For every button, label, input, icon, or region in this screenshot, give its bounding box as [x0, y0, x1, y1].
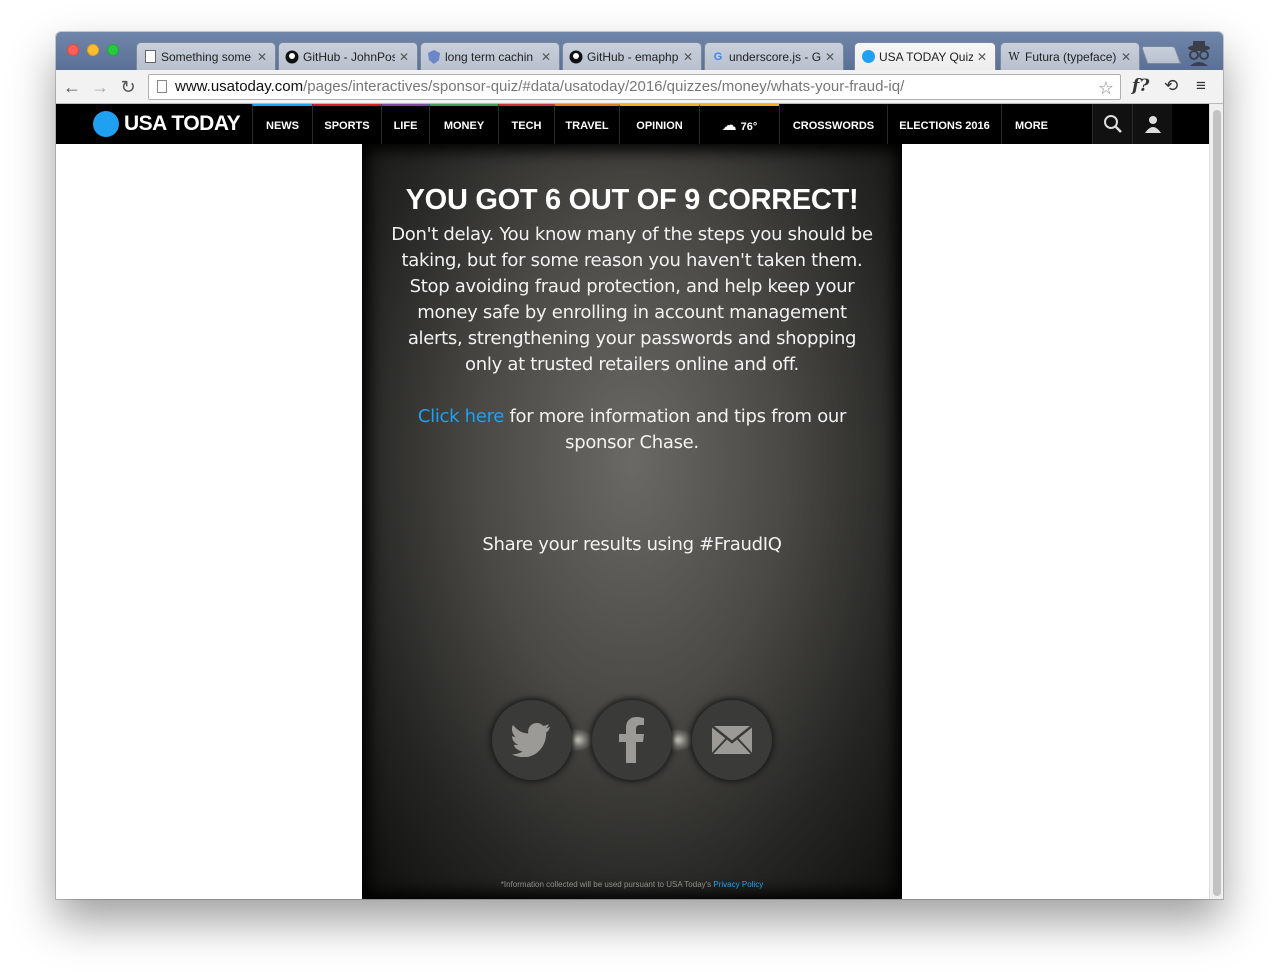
github-icon [285, 50, 299, 64]
search-icon[interactable] [1092, 104, 1132, 144]
nav-item-money[interactable]: MONEY [429, 104, 498, 144]
twitter-share-button[interactable] [492, 700, 572, 780]
tab-label: long term cachin [445, 49, 534, 64]
reload-icon[interactable]: ↻ [118, 77, 138, 97]
close-tab-icon[interactable]: ✕ [541, 50, 551, 64]
quiz-score-heading: YOU GOT 6 OUT OF 9 CORRECT! [405, 184, 859, 216]
nav-item-tech[interactable]: TECH [498, 104, 554, 144]
browser-tab[interactable]: GitHub - emaphp ✕ [562, 42, 702, 70]
user-account-icon[interactable] [1132, 104, 1172, 144]
close-tab-icon[interactable]: ✕ [399, 50, 409, 64]
browser-window: Something some ✕ GitHub - JohnPos ✕ long… [56, 32, 1223, 899]
nav-item-opinion[interactable]: OPINION [619, 104, 699, 144]
scrollbar-thumb[interactable] [1213, 110, 1221, 896]
weather-temp: 76° [740, 121, 758, 133]
tab-label: underscore.js - G [729, 49, 821, 64]
url-host: www.usatoday.com [175, 78, 304, 95]
address-bar[interactable]: www.usatoday.com/pages/interactives/spon… [148, 74, 1121, 100]
close-window-button[interactable] [67, 44, 79, 56]
nav-item-elections[interactable]: ELECTIONS 2016 [887, 104, 1001, 144]
page-info-icon[interactable] [157, 80, 167, 93]
forward-arrow-icon[interactable]: → [90, 77, 110, 97]
tab-label: Futura (typeface) [1025, 49, 1117, 64]
usatoday-logo[interactable]: USA TODAY [93, 104, 253, 144]
nav-item-travel[interactable]: TRAVEL [554, 104, 619, 144]
twitter-icon [512, 723, 551, 757]
browser-tab[interactable]: Something some ✕ [136, 42, 276, 70]
privacy-policy-link[interactable]: Privacy Policy [713, 880, 763, 889]
sponsor-info-rest: for more information and tips from our s… [509, 406, 847, 453]
browser-tab[interactable]: W Futura (typeface) ✕ [1000, 42, 1140, 70]
browser-tab-active[interactable]: USA TODAY Quiz ✕ [854, 42, 996, 70]
quiz-result-panel: YOU GOT 6 OUT OF 9 CORRECT! Don't delay.… [362, 144, 902, 899]
usatoday-icon [861, 50, 875, 64]
sponsor-info-link[interactable]: Click here [418, 406, 504, 427]
page-scrollbar[interactable] [1209, 104, 1223, 899]
close-tab-icon[interactable]: ✕ [257, 50, 267, 64]
page-icon [143, 50, 157, 64]
nav-item-life[interactable]: LIFE [381, 104, 429, 144]
nav-item-sports[interactable]: SPORTS [312, 104, 381, 144]
close-tab-icon[interactable]: ✕ [1121, 50, 1131, 64]
weather-icon: ☁ [721, 117, 737, 134]
close-tab-icon[interactable]: ✕ [683, 50, 693, 64]
tab-label: Something some [161, 49, 252, 64]
page-viewport: USA TODAY NEWS SPORTS LIFE MONEY TECH TR… [56, 104, 1209, 899]
tab-label: USA TODAY Quiz [879, 49, 973, 64]
tab-strip: Something some ✕ GitHub - JohnPos ✕ long… [56, 32, 1223, 70]
browser-tab[interactable]: GitHub - JohnPos ✕ [278, 42, 418, 70]
zoom-window-button[interactable] [107, 44, 119, 56]
facebook-icon [619, 717, 644, 763]
close-tab-icon[interactable]: ✕ [825, 50, 835, 64]
refresh-extension-icon[interactable]: ⟲ [1164, 76, 1178, 96]
minimize-window-button[interactable] [87, 44, 99, 56]
new-tab-button[interactable] [1140, 46, 1182, 64]
nav-item-news[interactable]: NEWS [252, 104, 312, 144]
site-nav-bar: USA TODAY NEWS SPORTS LIFE MONEY TECH TR… [56, 104, 1209, 144]
fontface-ninja-extension-icon[interactable]: f? [1132, 76, 1149, 96]
footnote-text: *Information collected will be used purs… [500, 880, 712, 889]
github-icon [569, 50, 583, 64]
tab-label: GitHub - emaphp [587, 49, 679, 64]
browser-tab[interactable]: long term cachin ✕ [420, 42, 560, 70]
usatoday-dot-icon [93, 111, 119, 137]
facebook-share-button[interactable] [592, 700, 672, 780]
nav-item-more[interactable]: MORE [1001, 104, 1061, 144]
envelope-icon [711, 725, 753, 755]
browser-tab[interactable]: G underscore.js - G ✕ [704, 42, 844, 70]
bookmark-star-icon[interactable]: ☆ [1098, 76, 1114, 100]
share-prompt: Share your results using #FraudIQ [482, 534, 782, 555]
sponsor-info-text: Click here for more information and tips… [402, 404, 862, 456]
tab-label: GitHub - JohnPos [303, 49, 395, 64]
nav-item-crosswords[interactable]: CROSSWORDS [779, 104, 887, 144]
close-tab-icon[interactable]: ✕ [977, 50, 987, 64]
quiz-result-description: Don't delay. You know many of the steps … [391, 224, 873, 375]
incognito-icon [1182, 38, 1216, 66]
google-icon: G [713, 50, 723, 63]
browser-toolbar: ← → ↻ www.usatoday.com/pages/interactive… [56, 70, 1223, 104]
url-path: /pages/interactives/sponsor-quiz/#data/u… [303, 78, 905, 95]
brand-name: USA TODAY [124, 112, 241, 135]
wikipedia-icon: W [1008, 50, 1020, 63]
back-arrow-icon[interactable]: ← [62, 77, 82, 97]
shield-icon [427, 49, 441, 64]
nav-item-weather[interactable]: ☁ 76° [699, 104, 779, 144]
email-share-button[interactable] [692, 700, 772, 780]
privacy-footnote: *Information collected will be used purs… [362, 880, 902, 889]
chrome-menu-icon[interactable]: ≡ [1196, 76, 1206, 96]
